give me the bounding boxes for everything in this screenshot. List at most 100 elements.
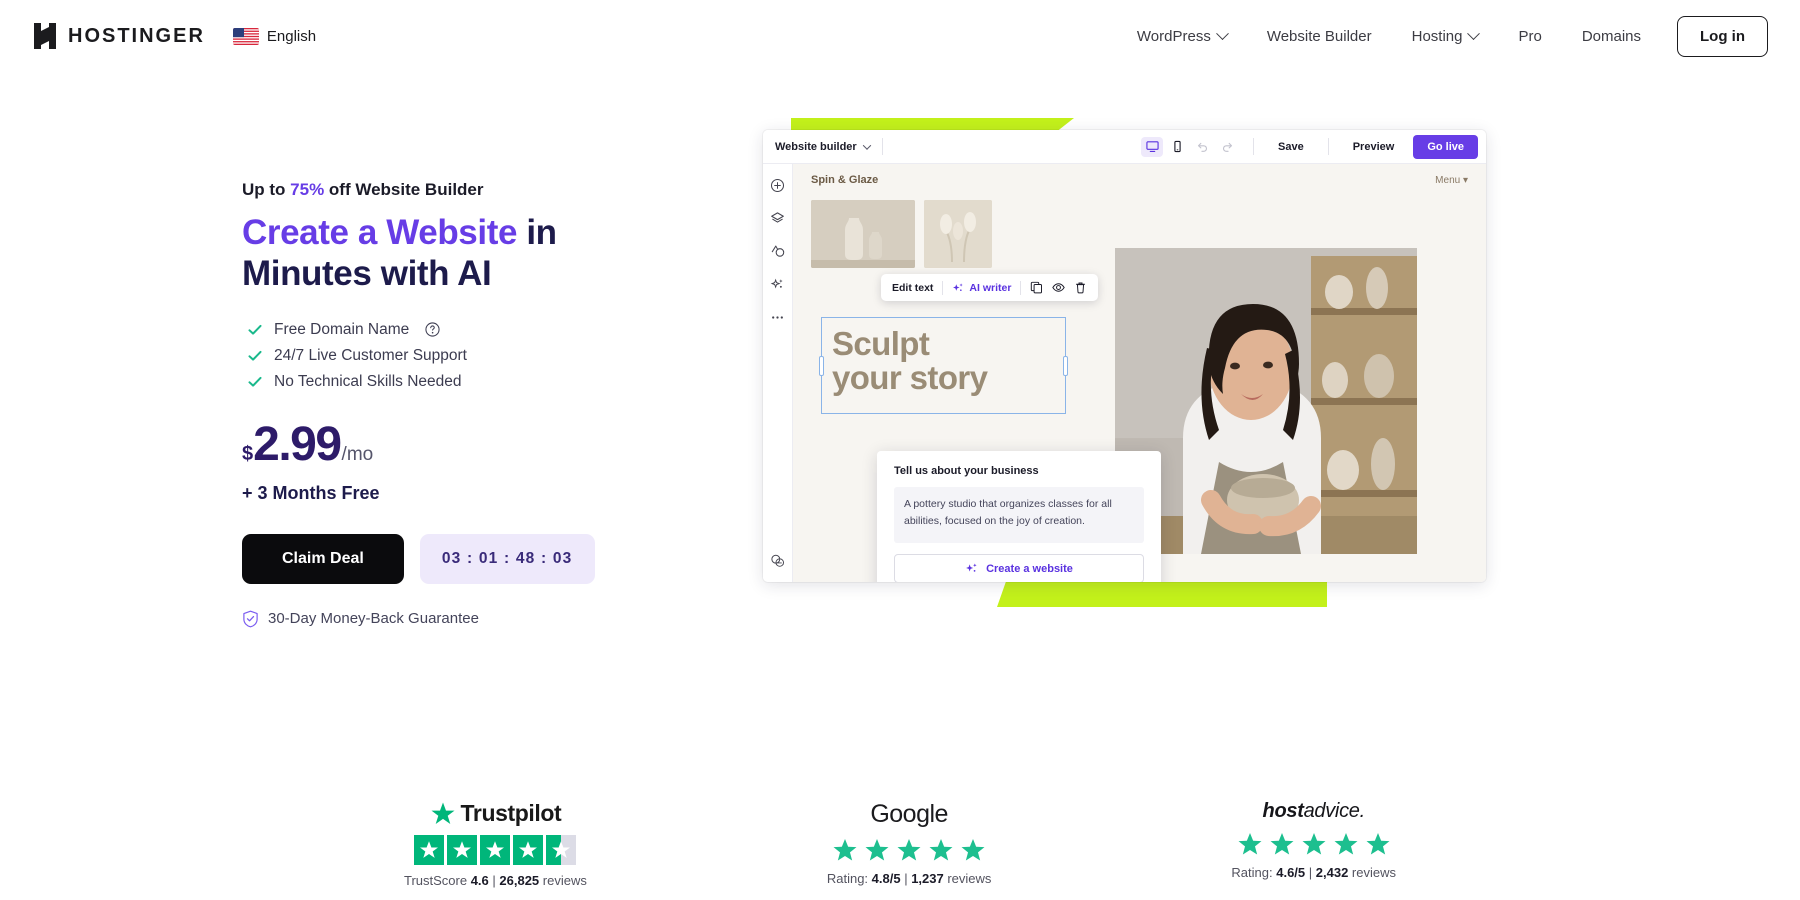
chevron-down-icon (862, 140, 871, 150)
brand-icon[interactable] (770, 244, 785, 259)
ai-business-prompt-card: Tell us about your business A pottery st… (877, 451, 1161, 582)
nav-item-website-builder[interactable]: Website Builder (1247, 20, 1392, 53)
login-button[interactable]: Log in (1677, 15, 1768, 57)
desktop-view-button[interactable] (1141, 136, 1164, 157)
redo-button[interactable] (1216, 137, 1238, 157)
resize-handle-left[interactable] (819, 355, 824, 376)
builder-topbar: Website builder Save Preview Go live (763, 130, 1486, 164)
nav-label: Website Builder (1266, 27, 1372, 45)
star-full (929, 838, 953, 861)
visibility-icon[interactable] (1052, 281, 1066, 294)
check-icon (248, 350, 262, 361)
hostadvice-badge: hostadvice. Rating: 4.6/5 | 2,432 review… (1231, 800, 1396, 888)
divider (1253, 138, 1255, 155)
feature-label: 24/7 Live Customer Support (274, 346, 467, 364)
meta-prefix: TrustScore (404, 873, 471, 888)
ai-sparkle-icon (966, 563, 977, 572)
star-full (447, 835, 478, 865)
create-website-button[interactable]: Create a website (894, 554, 1144, 582)
star-full (961, 838, 985, 861)
feature-label: No Technical Skills Needed (274, 372, 462, 390)
selected-text-block[interactable]: Sculpt your story (819, 317, 1068, 414)
ai-sparkle-icon[interactable] (770, 277, 785, 292)
dried-flowers-image[interactable] (924, 200, 992, 268)
trustpilot-name: Trustpilot (460, 800, 562, 826)
list-item: No Technical Skills Needed (248, 369, 662, 395)
add-element-icon[interactable] (770, 178, 785, 193)
chevron-down-icon (1467, 26, 1481, 40)
meta-suffix: reviews (943, 871, 992, 886)
feature-label: Free Domain Name (274, 320, 410, 338)
meta-suffix: reviews (539, 873, 587, 888)
hostadvice-meta: Rating: 4.6/5 | 2,432 reviews (1231, 865, 1396, 880)
claim-deal-button[interactable]: Claim Deal (242, 533, 404, 584)
workspace-label: Website builder (775, 140, 857, 153)
trust-score: 4.6 (470, 873, 489, 888)
price-display: $ 2.99 /mo (242, 417, 662, 471)
meta-suffix: reviews (1348, 865, 1396, 880)
eyebrow-post: off Website Builder (324, 180, 484, 199)
star-half (546, 835, 577, 865)
go-live-button[interactable]: Go live (1413, 134, 1478, 159)
trust-badges-row: Trustpilot TrustScore 4.6 | 26,825 revie… (0, 800, 1800, 888)
hostadvice-brand-rest: advice. (1303, 800, 1366, 822)
workspace-selector[interactable]: Website builder (775, 140, 871, 153)
nav-item-wordpress[interactable]: WordPress (1117, 20, 1247, 53)
headline-accent: Create a Website (242, 213, 518, 252)
eyebrow-pre: Up to (242, 180, 291, 199)
preview-button[interactable]: Preview (1344, 141, 1404, 153)
hero-content: Up to 75% off Website Builder Create a W… (242, 180, 662, 628)
mobile-icon (1173, 140, 1181, 153)
more-options-icon[interactable] (770, 310, 785, 325)
star-full (1302, 832, 1326, 855)
help-chat-icon[interactable] (770, 553, 785, 568)
text-edit-toolbar: Edit text AI writer (881, 274, 1099, 301)
trustpilot-badge: Trustpilot TrustScore 4.6 | 26,825 revie… (404, 800, 587, 888)
nav-item-hosting[interactable]: Hosting (1392, 20, 1499, 53)
trustpilot-stars (414, 835, 577, 865)
trustpilot-meta: TrustScore 4.6 | 26,825 reviews (404, 873, 587, 888)
nav-label: WordPress (1136, 27, 1211, 45)
cta-row: Claim Deal 03 : 01 : 48 : 03 (242, 533, 662, 584)
review-count: 1,237 (911, 871, 944, 886)
list-item: 24/7 Live Customer Support (248, 343, 662, 369)
divider (942, 280, 944, 295)
language-selector[interactable]: English (232, 27, 316, 45)
nav-item-pro[interactable]: Pro (1498, 20, 1561, 53)
brand-logo[interactable]: HOSTINGER (32, 22, 205, 50)
price-period: /mo (341, 443, 374, 465)
help-icon[interactable] (425, 322, 440, 337)
star-full (480, 835, 511, 865)
edit-text-button[interactable]: Edit text (892, 282, 933, 294)
guarantee-label: 30-Day Money-Back Guarantee (268, 610, 479, 628)
site-menu-button[interactable]: Menu ▾ (1435, 175, 1468, 186)
money-back-guarantee: 30-Day Money-Back Guarantee (242, 610, 662, 628)
site-header: HOSTINGER English WordPress Website Buil… (0, 0, 1800, 72)
ai-writer-button[interactable]: AI writer (952, 282, 1011, 294)
nav-item-domains[interactable]: Domains (1562, 20, 1661, 53)
price-amount: 2.99 (253, 417, 342, 471)
hostadvice-brand-bold: host (1262, 800, 1304, 822)
hostinger-logo-icon (34, 23, 56, 49)
google-logo: Google (870, 800, 948, 828)
list-item: Free Domain Name (248, 317, 662, 343)
resize-handle-right[interactable] (1063, 355, 1068, 376)
promo-eyebrow: Up to 75% off Website Builder (242, 180, 662, 200)
site-menu-label: Menu (1435, 174, 1461, 186)
ai-sparkle-icon (953, 282, 964, 291)
hostadvice-stars (1237, 831, 1391, 857)
pottery-vases-image[interactable] (811, 200, 915, 268)
check-icon (248, 376, 262, 387)
layers-icon[interactable] (770, 211, 785, 226)
undo-button[interactable] (1191, 137, 1213, 157)
save-button[interactable]: Save (1269, 141, 1313, 153)
delete-icon[interactable] (1074, 281, 1087, 294)
business-description-input[interactable]: A pottery studio that organizes classes … (894, 487, 1144, 543)
mobile-view-button[interactable] (1166, 137, 1188, 157)
undo-icon (1197, 142, 1207, 152)
desktop-icon (1145, 141, 1159, 152)
brand-name: HOSTINGER (68, 24, 205, 47)
thumbnail-row (811, 200, 1099, 268)
google-stars (832, 837, 986, 863)
duplicate-icon[interactable] (1030, 281, 1043, 294)
